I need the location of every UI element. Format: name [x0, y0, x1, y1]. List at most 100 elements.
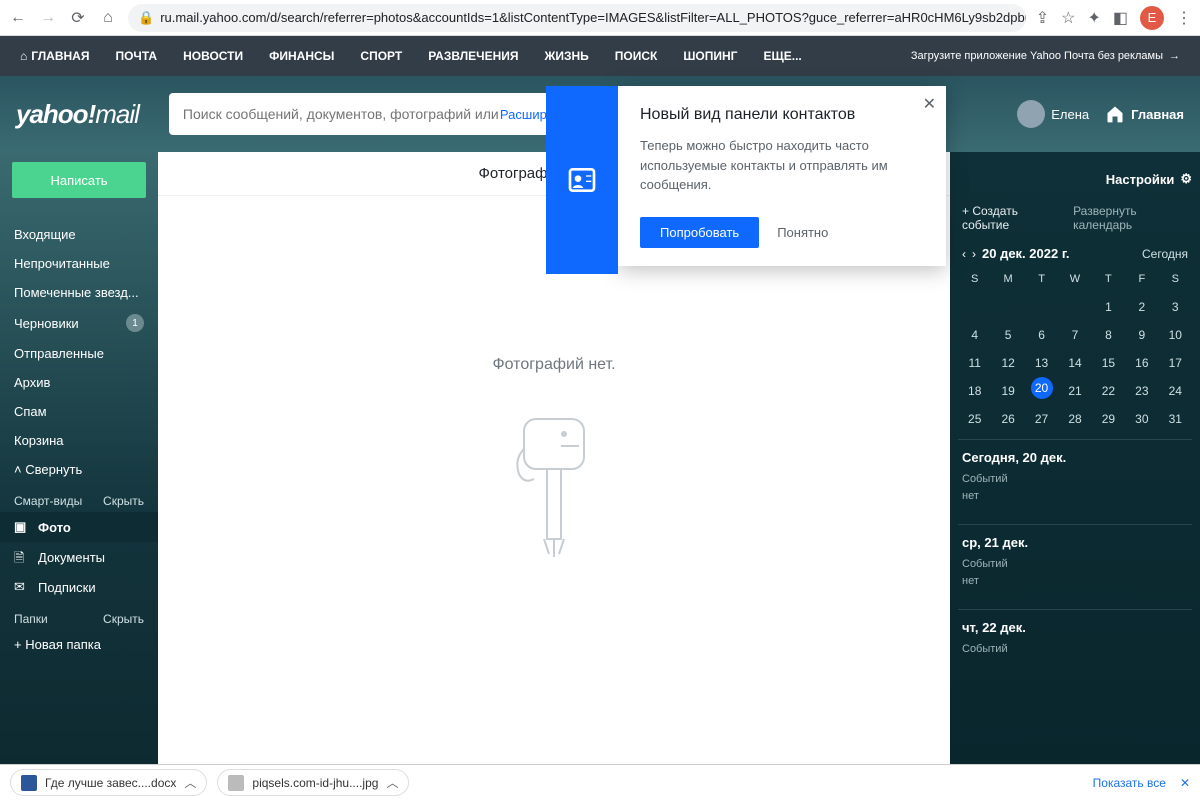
calendar-grid: SMTWTFS 12345678910111213141516171819202… — [958, 267, 1192, 433]
cal-next[interactable]: › — [972, 247, 976, 261]
show-all-downloads[interactable]: Показать все — [1093, 776, 1166, 790]
collapse-toggle[interactable]: ˄ Свернуть — [0, 455, 158, 484]
calendar-day[interactable]: 8 — [1092, 321, 1125, 349]
download-item[interactable]: piqsels.com-id-jhu....jpg ︿ — [217, 769, 409, 796]
topnav-mail[interactable]: ПОЧТА — [115, 49, 157, 63]
calendar-day[interactable]: 5 — [991, 321, 1024, 349]
sidebar-folder[interactable]: Архив — [0, 368, 158, 397]
hide-smart-views[interactable]: Скрыть — [103, 494, 144, 508]
calendar-day[interactable]: 31 — [1159, 405, 1192, 433]
compose-button[interactable]: Написать — [12, 162, 146, 198]
cal-today-link[interactable]: Сегодня — [1142, 247, 1188, 261]
popover-title: Новый вид панели контактов — [640, 106, 924, 124]
calendar-day[interactable]: 21 — [1058, 377, 1091, 405]
calendar-day[interactable]: 30 — [1125, 405, 1158, 433]
calendar-day[interactable]: 3 — [1159, 293, 1192, 321]
calendar-day[interactable]: 26 — [991, 405, 1024, 433]
calendar-day[interactable]: 10 — [1159, 321, 1192, 349]
popover-ok-button[interactable]: Понятно — [777, 225, 828, 240]
calendar-day[interactable]: 14 — [1058, 349, 1091, 377]
star-icon[interactable]: ☆ — [1061, 8, 1075, 28]
calendar-day[interactable]: 23 — [1125, 377, 1158, 405]
gear-icon: ⚙ — [1180, 171, 1192, 187]
calendar-day[interactable]: 29 — [1092, 405, 1125, 433]
sidebar-folder[interactable]: Непрочитанные — [0, 249, 158, 278]
sidebar-folder[interactable]: Спам — [0, 397, 158, 426]
calendar-day[interactable]: 7 — [1058, 321, 1091, 349]
topnav-shopping[interactable]: ШОПИНГ — [683, 49, 737, 63]
calendar-day[interactable]: 16 — [1125, 349, 1158, 377]
expand-calendar[interactable]: Развернуть календарь — [1073, 204, 1188, 232]
back-button[interactable]: ← — [8, 8, 28, 28]
topnav-life[interactable]: ЖИЗНЬ — [545, 49, 589, 63]
sidebar-view[interactable]: 🗎Документы — [0, 542, 158, 572]
image-file-icon — [228, 775, 244, 791]
sidebar-folder[interactable]: Входящие — [0, 220, 158, 249]
calendar-day[interactable]: 27 — [1025, 405, 1058, 433]
topnav-more[interactable]: ЕЩЕ... — [764, 49, 802, 63]
calendar-day[interactable]: 15 — [1092, 349, 1125, 377]
calendar-day[interactable]: 1 — [1092, 293, 1125, 321]
calendar-day[interactable]: 19 — [991, 377, 1024, 405]
contacts-popover: ✕ Новый вид панели контактов Теперь можн… — [618, 86, 946, 266]
right-panel: Настройки ⚙ + Создать событие Развернуть… — [950, 152, 1200, 764]
create-event-button[interactable]: + Создать событие — [962, 204, 1059, 232]
sidebar-folder[interactable]: Отправленные — [0, 339, 158, 368]
settings-link[interactable]: Настройки ⚙ — [1106, 171, 1192, 187]
calendar-day[interactable]: 6 — [1025, 321, 1058, 349]
home-link[interactable]: Главная — [1105, 104, 1184, 124]
profile-avatar[interactable]: E — [1140, 6, 1164, 30]
sidebar: Написать ВходящиеНепрочитанныеПомеченные… — [0, 152, 158, 764]
share-icon[interactable]: ⇪ — [1036, 8, 1049, 28]
folders-label: Папки — [14, 612, 48, 626]
topnav-finance[interactable]: ФИНАНСЫ — [269, 49, 334, 63]
calendar-day[interactable]: 11 — [958, 349, 991, 377]
reload-button[interactable]: ⟳ — [68, 8, 88, 28]
empty-state-text: Фотографий нет. — [492, 356, 615, 374]
calendar-day[interactable]: 17 — [1159, 349, 1192, 377]
doc-icon: 🗎 — [14, 549, 30, 565]
promo-link[interactable]: Загрузите приложение Yahoo Почта без рек… — [911, 50, 1180, 62]
popover-try-button[interactable]: Попробовать — [640, 217, 759, 248]
calendar-day[interactable]: 20 — [1031, 377, 1053, 399]
sidebar-view[interactable]: ▣Фото — [0, 512, 158, 542]
calendar-day[interactable]: 18 — [958, 377, 991, 405]
home-button[interactable]: ⌂ — [98, 8, 118, 28]
hide-folders[interactable]: Скрыть — [103, 612, 144, 626]
calendar-day[interactable]: 25 — [958, 405, 991, 433]
topnav-sport[interactable]: СПОРТ — [360, 49, 402, 63]
calendar-day[interactable]: 28 — [1058, 405, 1091, 433]
search-input[interactable] — [183, 106, 500, 122]
address-bar[interactable]: 🔒 ru.mail.yahoo.com/d/search/referrer=ph… — [128, 4, 1026, 32]
user-name: Елена — [1051, 107, 1089, 122]
calendar-day[interactable]: 22 — [1092, 377, 1125, 405]
new-folder-button[interactable]: + Новая папка — [0, 630, 158, 659]
account-menu[interactable]: Елена — [1017, 100, 1089, 128]
calendar-day[interactable]: 24 — [1159, 377, 1192, 405]
popover-close[interactable]: ✕ — [923, 94, 936, 114]
chevron-up-icon[interactable]: ︿ — [184, 774, 196, 791]
sidebar-folder[interactable]: Черновики1 — [0, 307, 158, 339]
chevron-up-icon[interactable]: ︿ — [386, 774, 398, 791]
topnav-search[interactable]: ПОИСК — [615, 49, 658, 63]
calendar-day[interactable]: 13 — [1025, 349, 1058, 377]
sidebar-folder[interactable]: Корзина — [0, 426, 158, 455]
topnav-entertainment[interactable]: РАЗВЛЕЧЕНИЯ — [428, 49, 518, 63]
topnav-news[interactable]: НОВОСТИ — [183, 49, 243, 63]
topnav-home[interactable]: ⌂ГЛАВНАЯ — [20, 49, 89, 63]
user-avatar — [1017, 100, 1045, 128]
download-item[interactable]: Где лучше завес....docx ︿ — [10, 769, 207, 796]
calendar-day[interactable]: 4 — [958, 321, 991, 349]
calendar-day[interactable]: 9 — [1125, 321, 1158, 349]
yahoo-mail-logo[interactable]: yahoo!mail — [16, 99, 139, 130]
close-downloads-bar[interactable]: ✕ — [1180, 776, 1190, 790]
extensions-icon[interactable]: ✦ — [1087, 8, 1100, 28]
menu-icon[interactable]: ⋮ — [1176, 8, 1192, 28]
forward-button[interactable]: → — [38, 8, 58, 28]
sidebar-view[interactable]: ✉Подписки — [0, 572, 158, 602]
calendar-day[interactable]: 2 — [1125, 293, 1158, 321]
calendar-day[interactable]: 12 — [991, 349, 1024, 377]
panel-icon[interactable]: ◧ — [1113, 8, 1128, 28]
cal-prev[interactable]: ‹ — [962, 247, 966, 261]
sidebar-folder[interactable]: Помеченные звезд... — [0, 278, 158, 307]
